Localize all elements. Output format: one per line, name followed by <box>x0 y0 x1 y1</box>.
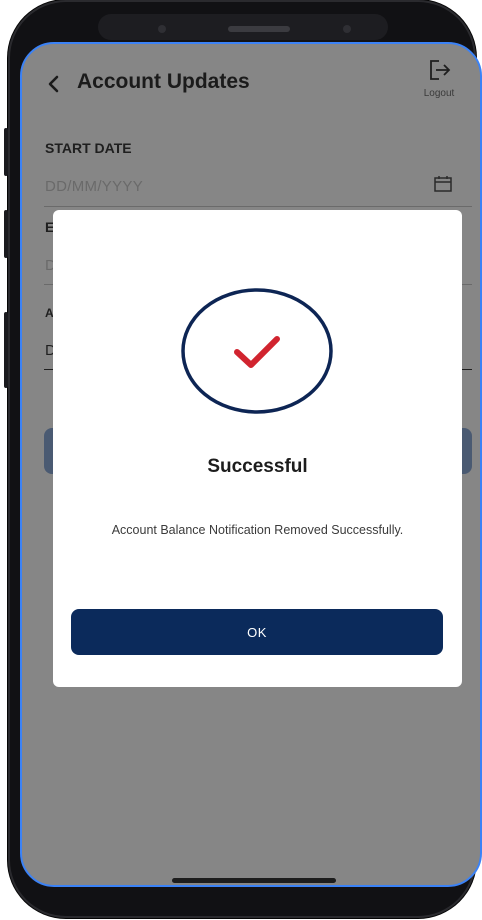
phone-sensor <box>158 25 166 33</box>
calendar-icon[interactable] <box>434 176 452 192</box>
success-check-icon <box>181 288 333 414</box>
start-date-label: START DATE <box>45 140 132 156</box>
logout-icon <box>430 60 451 80</box>
app-header: Account Updates Logout <box>22 44 480 134</box>
page-title: Account Updates <box>77 70 250 93</box>
ok-button[interactable]: OK <box>71 609 443 655</box>
start-date-field[interactable]: DD/MM/YYYY <box>45 178 143 195</box>
success-dialog: Successful Account Balance Notification … <box>53 210 462 687</box>
phone-camera <box>343 25 351 33</box>
phone-side-button <box>4 210 8 258</box>
dialog-message: Account Balance Notification Removed Suc… <box>111 523 404 537</box>
back-arrow-icon[interactable] <box>44 72 64 96</box>
phone-speaker <box>228 26 290 32</box>
phone-side-button <box>4 312 8 388</box>
dialog-title: Successful <box>207 456 308 477</box>
home-indicator <box>172 878 336 883</box>
start-date-underline <box>44 206 472 207</box>
phone-side-button <box>4 128 8 176</box>
logout-button[interactable]: Logout <box>414 58 464 99</box>
logout-label: Logout <box>423 88 455 99</box>
